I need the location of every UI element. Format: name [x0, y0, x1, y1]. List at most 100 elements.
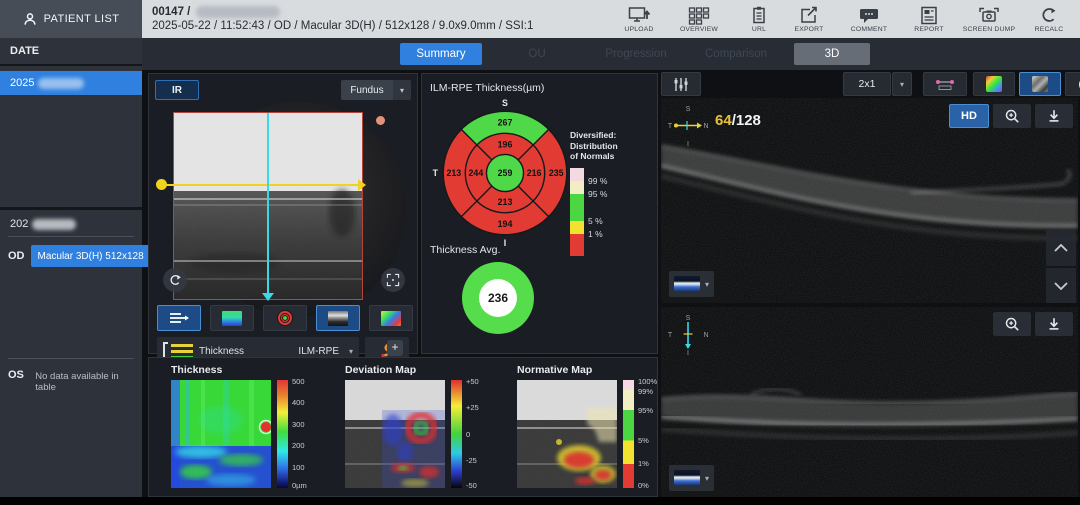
grayscale-mode-button[interactable] [1019, 72, 1061, 96]
zoom-button-top[interactable] [993, 104, 1031, 128]
legend-label-95: 95 % [588, 189, 607, 199]
od-row: OD Macular 3D(H) 512x128 [0, 237, 142, 267]
tab-progression[interactable]: Progression [590, 43, 682, 65]
tab-3d[interactable]: 3D [794, 43, 870, 65]
url-label: URL [752, 26, 766, 33]
svg-text:216: 216 [527, 168, 542, 178]
recalc-button[interactable]: RECALC [1026, 1, 1072, 37]
deviation-map-title: Deviation Map [345, 364, 505, 376]
thickness-avg-label: Thickness Avg. [430, 244, 500, 256]
thickness-scale-200: 200 [292, 441, 305, 450]
deviation-map-mode-button[interactable] [369, 305, 413, 331]
normative-scale-1: 1% [638, 459, 649, 468]
layout-dropdown-arrow[interactable]: ▾ [892, 72, 912, 96]
svg-text:N: N [703, 123, 708, 130]
oct-bscan-vertical-panel[interactable]: S I T N ▾ [661, 307, 1078, 497]
vertical-scan-line[interactable] [267, 113, 269, 295]
thickness-avg-indicator: 236 [462, 262, 534, 334]
deviation-scale-p50: +50 [466, 377, 479, 386]
legend-title-line3: of Normals [570, 151, 656, 162]
svg-text:I: I [687, 141, 689, 148]
tab-summary[interactable]: Summary [400, 43, 482, 65]
comment-label: COMMENT [851, 26, 888, 33]
legend-label-99: 99 % [588, 176, 607, 186]
frame-up-button[interactable] [1046, 230, 1076, 266]
person-icon [23, 12, 37, 26]
fundus-panel: IR Fundus ▾ [148, 73, 418, 354]
report-label: REPORT [914, 26, 943, 33]
add-overlay-button[interactable]: + [387, 340, 403, 356]
thickness-map-mode-button[interactable] [210, 305, 254, 331]
report-button[interactable]: REPORT [906, 1, 952, 37]
comment-icon [858, 6, 880, 25]
scan-lines-mode-button[interactable] [157, 305, 201, 331]
date-list-item-selected[interactable]: 2025 [0, 71, 142, 95]
exam-info: 2025-05-22 / 11:52:43 / OD / Macular 3D(… [152, 19, 533, 33]
url-button[interactable]: URL [736, 1, 782, 37]
header-bar: 00147 / 2025-05-22 / 11:52:43 / OD / Mac… [142, 0, 1080, 38]
svg-text:T: T [433, 168, 439, 178]
os-block: OS No data available in table [0, 358, 142, 393]
zoom-button-bottom[interactable] [993, 312, 1031, 336]
frame-down-button[interactable] [1046, 268, 1076, 303]
color-mode-button[interactable] [973, 72, 1015, 96]
scan-type-dropdown-top[interactable]: ▾ [669, 271, 714, 297]
view-tabbar: Summary OU Progression Comparison 3D [142, 38, 1080, 70]
normative-scale-5: 5% [638, 436, 649, 445]
chevron-up-icon [1054, 244, 1068, 252]
caliper-button[interactable] [923, 72, 967, 96]
scan-lines-icon [168, 311, 190, 325]
screen-dump-button[interactable]: SCREEN DUMP [956, 1, 1022, 37]
normative-scale-95: 95% [638, 406, 653, 415]
display-settings-button[interactable] [661, 72, 701, 96]
rotate-button[interactable] [163, 268, 187, 292]
patient-list-button[interactable]: PATIENT LIST [0, 0, 142, 38]
svg-text:S: S [686, 315, 691, 322]
legend-title-line1: Diversified: [570, 130, 656, 141]
vertical-line-arrowhead [262, 293, 274, 301]
normative-map-group: Normative Map [517, 364, 677, 490]
upload-icon [628, 6, 650, 25]
screen-dump-label: SCREEN DUMP [963, 26, 1015, 33]
export-button[interactable]: EXPORT [786, 1, 832, 37]
tab-comparison[interactable]: Comparison [690, 43, 782, 65]
os-empty-text: No data available in table [35, 369, 138, 393]
scan-type-dropdown-bottom[interactable]: ▾ [669, 465, 714, 491]
legend-label-5: 5 % [588, 216, 603, 226]
svg-text:S: S [686, 106, 691, 113]
upload-button[interactable]: UPLOAD [616, 1, 662, 37]
contrast-button[interactable] [1065, 72, 1080, 96]
fundus-source-dropdown[interactable]: Fundus ▾ [341, 80, 411, 100]
od-scan-button[interactable]: Macular 3D(H) 512x128 [31, 245, 151, 267]
etdrs-grid-mode-button[interactable] [263, 305, 307, 331]
hd-button[interactable]: HD [949, 104, 989, 128]
header-toolbar: UPLOAD OVERVIEW [616, 0, 1072, 38]
thickness-map-group: Thickness [171, 364, 331, 490]
legend-title-line2: Distribution [570, 141, 656, 152]
download-button-top[interactable] [1035, 104, 1073, 128]
magnifier-plus-icon [1004, 316, 1020, 332]
horizontal-scan-line[interactable] [166, 184, 362, 186]
fit-view-button[interactable] [381, 268, 405, 292]
deviation-scale-m25: -25 [466, 456, 477, 465]
thickness-colorbar [277, 380, 288, 488]
thickness-scale-100: 100 [292, 463, 305, 472]
chevron-down-icon: ▾ [900, 80, 904, 89]
svg-text:213: 213 [498, 197, 513, 207]
normative-scale-100: 100% [638, 377, 657, 386]
svg-text:I: I [504, 238, 506, 248]
tab-ou[interactable]: OU [504, 43, 570, 65]
upload-label: UPLOAD [624, 26, 653, 33]
layout-dropdown[interactable]: 2x1 [843, 72, 891, 96]
download-icon [1046, 108, 1062, 124]
bscan-icon [328, 311, 348, 326]
download-button-bottom[interactable] [1035, 312, 1073, 336]
overview-button[interactable]: OVERVIEW [666, 1, 732, 37]
ir-mode-button[interactable]: IR [155, 80, 199, 100]
bscan-mode-button[interactable] [316, 305, 360, 331]
comment-button[interactable]: COMMENT [836, 1, 902, 37]
deviation-map-image [345, 380, 445, 488]
fixation-marker [376, 116, 385, 125]
oct-bscan-horizontal-panel[interactable]: S I T N 64/128 HD [661, 98, 1078, 303]
maps-panel: Thickness [148, 357, 658, 497]
